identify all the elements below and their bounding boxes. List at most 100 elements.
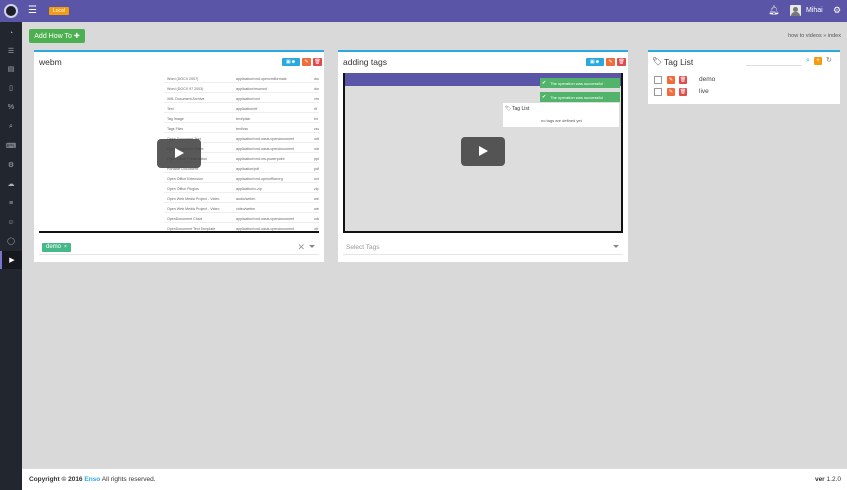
sidebar-item-search[interactable]: ⌕ xyxy=(0,118,22,136)
video-frame-cell-ext: docx xyxy=(314,77,319,81)
video-frame-cell-mime: application/vnd.openxmlformats xyxy=(236,77,287,81)
video-frame-tag-list: 🏷︎ Tag List no tags are defined yet xyxy=(503,103,619,127)
video-frame-cell-ext: zip xyxy=(314,187,319,191)
sidebar-item-cloud[interactable]: ☁ xyxy=(0,175,22,193)
edit-tag-button[interactable]: ✎ xyxy=(667,76,675,84)
video-frame-cell-mime: application/vnd.oasis.opendocument xyxy=(236,217,295,221)
sidebar-item-gears[interactable]: ⚙ xyxy=(0,156,22,174)
video-frame-cell-ext: odt xyxy=(314,137,319,141)
video-frame-cell-mime: video/webm xyxy=(236,207,256,211)
plus-icon: ✚ xyxy=(73,33,80,40)
edit-button[interactable]: ✎ xyxy=(606,58,615,66)
video-frame-cell-ext: odc xyxy=(314,217,319,221)
video-frame-cell-ext: ppt xyxy=(314,157,319,161)
video-frame-empty-message: no tags are defined yet xyxy=(541,118,582,123)
tag-row: ✎ 🗑︎ demo xyxy=(654,76,804,85)
sidebar-item-chat[interactable]: ◯ xyxy=(0,232,22,250)
preview-button[interactable]: ▣☻ xyxy=(586,58,604,66)
environment-badge: Local xyxy=(49,7,69,15)
video-frame-cell-mime: application/vnd.oasis.opendocument xyxy=(236,147,295,151)
breadcrumb-how-to-videos[interactable]: how to videos xyxy=(788,33,822,39)
edit-icon: ✎ xyxy=(304,59,309,65)
sidebar-item-dashboard[interactable]: ◔ xyxy=(0,24,22,42)
sidebar-item-percent[interactable]: % xyxy=(0,98,22,116)
gear-icon[interactable]: ⚙ xyxy=(833,5,841,16)
video-frame-cell-mime: application/x-zip xyxy=(236,187,262,191)
trash-icon: 🗑︎ xyxy=(618,59,625,65)
search-icon: ⌕ xyxy=(9,123,13,130)
video-player[interactable]: The operation was successful The operati… xyxy=(343,73,623,233)
video-frame-cell-name: Tag Image xyxy=(167,117,184,121)
delete-button[interactable]: 🗑︎ xyxy=(617,58,626,66)
list-icon: ☰ xyxy=(7,48,15,55)
delete-tag-button[interactable]: 🗑︎ xyxy=(679,76,687,84)
video-frame-cell-name: Tags Files xyxy=(167,127,184,131)
user-name[interactable]: Mihai xyxy=(806,7,823,14)
video-frame-cell-ext: txt xyxy=(314,117,318,121)
delete-button[interactable]: 🗑︎ xyxy=(313,58,322,66)
video-frame-table-row: Open Office Extension application/vnd.ope… xyxy=(164,175,319,183)
video-frame-cell-mime: text/csv xyxy=(236,127,249,131)
video-frame-cell-mime: application/xml xyxy=(236,97,260,101)
avatar[interactable] xyxy=(790,5,801,16)
tag-icon: 🏷︎ xyxy=(505,106,512,112)
play-button[interactable] xyxy=(157,139,201,168)
video-frame-cell-mime: text/plain xyxy=(236,117,251,121)
tag-remove-icon[interactable]: × xyxy=(64,244,67,250)
sidebar-item-table[interactable]: ▤ xyxy=(0,60,22,78)
video-frame-cell-mime: application/pdf xyxy=(236,167,260,171)
video-frame-cell-name: Open Web Media Project - Video xyxy=(167,197,220,201)
brand-link[interactable]: Enso xyxy=(84,476,100,483)
video-frame-cell-ext: ods xyxy=(314,147,319,151)
tag-search-input[interactable] xyxy=(746,57,802,66)
sidebar-item-list[interactable]: ☰ xyxy=(0,42,22,60)
hamburger-icon[interactable]: ☰ xyxy=(28,5,37,17)
bell-icon[interactable]: 🔔︎ xyxy=(768,5,779,16)
chevron-down-icon[interactable] xyxy=(309,245,315,248)
add-how-to-button[interactable]: Add How To ✚ xyxy=(29,29,85,43)
edit-tag-button[interactable]: ✎ xyxy=(667,88,675,96)
video-frame-cell-mime: audio/webm xyxy=(236,197,256,201)
tag-checkbox[interactable] xyxy=(654,76,662,84)
add-tag-button[interactable]: + xyxy=(814,57,822,65)
app-logo[interactable] xyxy=(4,4,18,18)
tag-select[interactable]: Select Tags xyxy=(343,241,623,255)
sidebar-item-keyboard[interactable]: ⌨ xyxy=(0,137,22,155)
sidebar-item-how-to-videos[interactable]: ▶ xyxy=(0,251,22,269)
add-how-to-label: Add How To xyxy=(34,32,72,40)
delete-tag-button[interactable]: 🗑︎ xyxy=(679,88,687,96)
keyboard-icon: ⌨ xyxy=(5,143,17,150)
cloud-icon: ☁ xyxy=(7,181,15,188)
sidebar-item-users[interactable]: ☺ xyxy=(0,213,22,231)
edit-button[interactable]: ✎ xyxy=(302,58,311,66)
sidebar-item-sliders[interactable]: ≡ xyxy=(0,194,22,212)
refresh-icon[interactable]: ↻ xyxy=(826,56,832,64)
video-card-adding-tags: adding tags ▣☻ ✎ 🗑︎ The operation was su… xyxy=(338,50,628,262)
clear-icon[interactable]: ✕ xyxy=(297,242,305,253)
dashboard-icon: ◔ xyxy=(8,29,14,37)
tag-checkbox[interactable] xyxy=(654,88,662,96)
search-icon[interactable]: ⌕ xyxy=(806,57,810,65)
copyright: Copyright © 2016 Enso All rights reserve… xyxy=(29,476,156,483)
preview-button[interactable]: ▣☻ xyxy=(282,58,300,66)
tag-list-card: 🏷︎ Tag List ⌕ + ↻ ✎ 🗑︎ demo ✎ 🗑︎ live xyxy=(648,50,840,104)
video-frame-table-row: Word (DOCX 2007) application/vnd.openxmlf… xyxy=(164,75,319,83)
tag-select[interactable]: demo × ✕ xyxy=(39,241,319,255)
video-player[interactable]: Word (DOCX 2007) application/vnd.openxmlf… xyxy=(39,73,319,233)
video-frame-table-row: Tag Image text/plain txt xyxy=(164,115,319,123)
trash-icon: 🗑︎ xyxy=(314,59,321,65)
tag-icon: 🏷︎ xyxy=(652,57,663,66)
edit-icon: ✎ xyxy=(608,59,613,65)
version-label: ver xyxy=(814,476,825,483)
video-frame-cell-ext: ott xyxy=(314,227,318,231)
video-frame-cell-ext: xml xyxy=(314,97,319,101)
version-number: 1.2.0 xyxy=(826,476,841,483)
chevron-down-icon[interactable] xyxy=(613,245,619,248)
video-card-webm: webm ▣☻ ✎ 🗑︎ Word (DOCX 2007) application… xyxy=(34,50,324,262)
video-frame-cell-ext: webm xyxy=(314,197,319,201)
video-title: webm xyxy=(39,57,62,67)
video-frame-table-row: OpenDocument Text Template application/vn… xyxy=(164,225,319,231)
sidebar-item-documents[interactable]: ▯ xyxy=(0,79,22,97)
play-button[interactable] xyxy=(461,137,505,166)
video-frame-cell-mime: application/vnd.ms-powerpoint xyxy=(236,157,285,161)
